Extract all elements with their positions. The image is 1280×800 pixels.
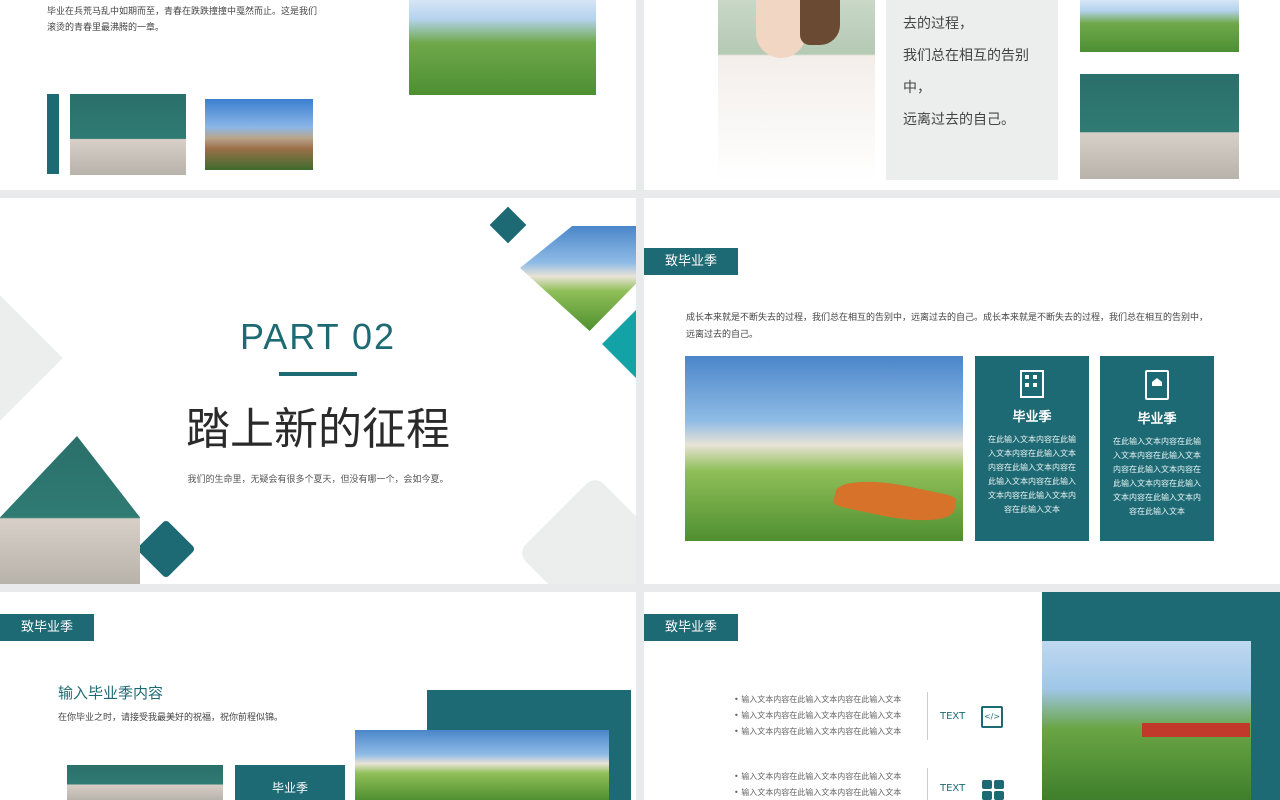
slide-6: 致毕业季 • 输入文本内容在此输入文本内容在此输入文本 • 输入文本内容在此输入… (644, 592, 1280, 800)
teal-diamond-top (489, 206, 527, 244)
building-roof (1142, 723, 1250, 737)
girl-hair (800, 0, 840, 45)
intro-text-line2: 滚烫的青春里最沸腾的一章。 (47, 23, 165, 33)
content-heading: 输入毕业季内容 (58, 684, 164, 702)
quote-line-1: 去的过程， (903, 16, 973, 32)
leaf-shape (832, 471, 958, 531)
house-document-icon (1145, 370, 1169, 400)
teal-diamond-small (136, 519, 196, 579)
quote-line-4: 远离过去的自己。 (903, 112, 1015, 128)
part-label: PART 02 (239, 316, 397, 357)
bullet-item: • 输入文本内容在此输入文本内容在此输入文本 (734, 727, 902, 736)
slide-title: 踏上新的征程 (186, 404, 450, 455)
campus-diamond-photo (520, 226, 636, 331)
label-card-text: 毕业季 (271, 781, 308, 795)
label-card-5: 毕业季 (235, 765, 345, 800)
slide-subtitle: 我们的生命里，无疑会有很多个夏天，但没有哪一个，会如今夏。 (187, 475, 449, 485)
bullet-group-2: • 输入文本内容在此输入文本内容在此输入文本 • 输入文本内容在此输入文本内容在… (734, 769, 901, 800)
bullet-item: • 输入文本内容在此输入文本内容在此输入文本 (734, 695, 902, 704)
quote-line-2: 我们总在相互的告别 (903, 48, 1029, 64)
girl-portrait-photo (718, 0, 875, 180)
part-underline (279, 372, 357, 376)
light-teal-diamond (602, 310, 636, 378)
accent-bar (47, 94, 59, 174)
students-diamond-photo (0, 436, 140, 584)
card-2-title: 毕业季 (1137, 412, 1177, 427)
section-tag-5: 致毕业季 (0, 614, 94, 641)
bullet-item: • 输入文本内容在此输入文本内容在此输入文本 (734, 711, 902, 720)
quote-line-3: 中， (903, 80, 931, 96)
students-blackboard-photo-2 (1080, 74, 1239, 179)
code-window-icon: </> (981, 706, 1003, 728)
building-icon (1020, 370, 1044, 398)
section-tag-6: 致毕业季 (644, 614, 738, 641)
grey-diamond-bottomright (517, 475, 636, 584)
content-sub: 在你毕业之时，请接受我最美好的祝福，祝你前程似锦。 (58, 713, 284, 723)
campus-leaf-photo (685, 356, 963, 541)
section-tag: 致毕业季 (644, 248, 738, 275)
students-circle-photo (409, 0, 596, 95)
slide-2: 去的过程， 我们总在相互的告别 中， 远离过去的自己。 (644, 0, 1280, 190)
divider-1 (927, 692, 928, 740)
students-blackboard-photo (70, 94, 186, 175)
students-group-photo (1080, 0, 1239, 52)
students-photo-5 (67, 765, 223, 800)
campus-building-photo (205, 99, 313, 170)
text-label-1: TEXT (940, 711, 966, 722)
girl-face (756, 0, 806, 58)
card-1-body: 在此输入文本内容在此输入文本内容在此输入文本内容在此输入文本内容在此输入文本内容… (988, 435, 1076, 514)
info-card-1: 毕业季 在此输入文本内容在此输入文本内容在此输入文本内容在此输入文本内容在此输入… (975, 356, 1089, 541)
card-2-body: 在此输入文本内容在此输入文本内容在此输入文本内容在此输入文本内容在此输入文本内容… (1113, 437, 1201, 516)
intro-paragraph: 成长本来就是不断失去的过程，我们总在相互的告别中，远离过去的自己。成长本来就是不… (686, 313, 1209, 340)
intro-text-line1: 毕业在兵荒马乱中如期而至，青春在跌跌撞撞中戛然而止。这是我们 (47, 7, 318, 17)
slide-4: 致毕业季 成长本来就是不断失去的过程，我们总在相互的告别中，远离过去的自己。成长… (644, 198, 1280, 584)
quote-box: 去的过程， 我们总在相互的告别 中， 远离过去的自己。 (886, 0, 1058, 180)
slide-5: 致毕业季 输入毕业季内容 在你毕业之时，请接受我最美好的祝福，祝你前程似锦。 毕… (0, 592, 636, 800)
text-label-2: TEXT (940, 783, 966, 794)
slide-1: 毕业在兵荒马乱中如期而至，青春在跌跌撞撞中戛然而止。这是我们 滚烫的青春里最沸腾… (0, 0, 636, 190)
bullet-item: • 输入文本内容在此输入文本内容在此输入文本 (734, 788, 902, 797)
slide-3: PART 02 踏上新的征程 我们的生命里，无疑会有很多个夏天，但没有哪一个，会… (0, 198, 636, 584)
grid-icon (982, 780, 1004, 800)
grey-diamond-left (0, 280, 63, 436)
bullet-group-1: • 输入文本内容在此输入文本内容在此输入文本 • 输入文本内容在此输入文本内容在… (734, 692, 901, 740)
students-field-photo (1042, 641, 1251, 800)
campus-photo-5 (355, 730, 609, 800)
card-1-title: 毕业季 (1012, 410, 1052, 425)
info-card-2: 毕业季 在此输入文本内容在此输入文本内容在此输入文本内容在此输入文本内容在此输入… (1100, 356, 1214, 541)
divider-2 (927, 768, 928, 800)
bullet-item: • 输入文本内容在此输入文本内容在此输入文本 (734, 772, 902, 781)
